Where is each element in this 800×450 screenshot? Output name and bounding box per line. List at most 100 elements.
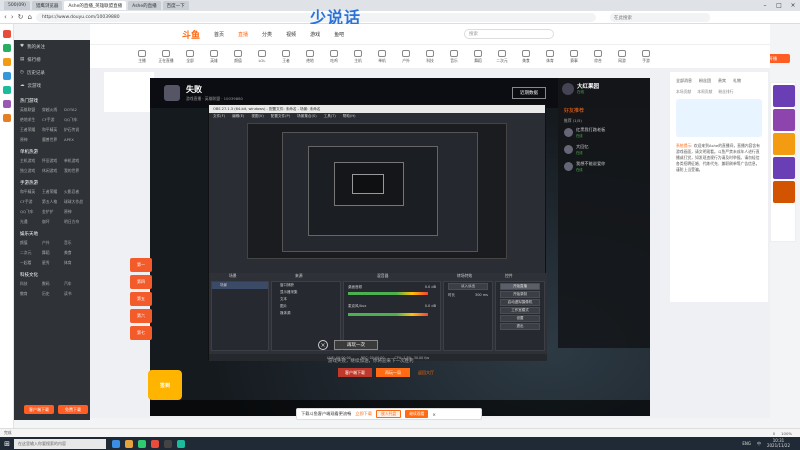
category-item[interactable]: 综合 xyxy=(586,49,610,64)
sidebar-link[interactable]: 星秀 xyxy=(42,260,64,266)
signin-button[interactable]: 签到 xyxy=(148,370,182,400)
category-item[interactable]: 英雄 xyxy=(202,49,226,64)
app-icon[interactable] xyxy=(3,72,11,80)
app-icon[interactable] xyxy=(177,439,185,448)
tab-vip[interactable]: 贵宾 xyxy=(718,78,726,84)
activity-badge[interactable]: 第四 xyxy=(130,275,152,289)
input-lang[interactable]: ENG xyxy=(742,441,751,446)
close-overlay-icon[interactable]: × xyxy=(318,340,328,350)
nav-live[interactable]: 直播 xyxy=(238,31,248,38)
category-item[interactable]: 全部 xyxy=(178,49,202,64)
sidebar-link[interactable]: 我的世界 xyxy=(64,168,86,174)
app-icon[interactable] xyxy=(3,100,11,108)
category-item[interactable]: 主机 xyxy=(346,49,370,64)
sidebar-item-follow[interactable]: ♥ 我的关注 xyxy=(14,40,90,53)
nav-video[interactable]: 视频 xyxy=(286,31,296,38)
studio-mode-button[interactable]: 工作室模式 xyxy=(500,307,540,314)
app-icon[interactable] xyxy=(3,30,11,38)
sidebar-link[interactable]: 金铲铲 xyxy=(42,209,64,215)
user-avatar[interactable] xyxy=(562,82,574,95)
browser-tab[interactable]: 猎鹰浏览器 xyxy=(31,1,63,10)
settings-button[interactable]: 设置 xyxy=(500,315,540,322)
sidebar-link[interactable]: 炉石传说 xyxy=(64,127,86,133)
sidebar-link[interactable]: 王者荣耀 xyxy=(20,127,42,133)
transition-select[interactable]: 淡入淡出 xyxy=(448,283,488,290)
sidebar-link[interactable]: 教育 xyxy=(20,291,42,297)
sidebar-link[interactable]: 魔兽世界 xyxy=(42,137,64,143)
sidebar-link[interactable]: 和平精英 xyxy=(42,127,64,133)
app-icon[interactable] xyxy=(138,439,146,448)
app-icon[interactable] xyxy=(151,439,159,448)
category-item[interactable]: 二次元 xyxy=(490,49,514,64)
source-item[interactable]: 媒体源 xyxy=(272,310,340,317)
category-item[interactable]: 绝地 xyxy=(298,49,322,64)
browser-tab-active[interactable]: Ashe的直播_英雄联盟直播 xyxy=(64,1,127,10)
sidebar-link[interactable]: 汽车 xyxy=(64,281,86,287)
rank-tab[interactable]: 本周贡献 xyxy=(697,89,712,95)
sidebar-link[interactable]: 颜值 xyxy=(20,240,42,246)
sidebar-link[interactable]: 火影忍者 xyxy=(64,189,86,195)
category-item[interactable]: 户外 xyxy=(394,49,418,64)
nav-yuba[interactable]: 鱼吧 xyxy=(334,31,344,38)
sidebar-link[interactable]: 科技 xyxy=(20,281,42,287)
replay-button[interactable]: 再玩一次 xyxy=(334,340,378,350)
gift-card[interactable] xyxy=(773,181,795,203)
category-item[interactable]: 音乐 xyxy=(442,49,466,64)
sidebar-link[interactable]: 独立游戏 xyxy=(20,168,42,174)
sidebar-item-rank[interactable]: ▤ 排行榜 xyxy=(14,53,90,66)
sidebar-item-history[interactable]: ◷ 历史记录 xyxy=(14,66,90,79)
tray-button[interactable]: 放入托盘 xyxy=(376,410,402,418)
obs-menu-item[interactable]: 场景集合(S) xyxy=(297,114,316,119)
sidebar-link[interactable]: CF手游 xyxy=(20,199,42,205)
back-lobby-button[interactable]: 返回大厅 xyxy=(414,368,438,377)
app-icon[interactable] xyxy=(3,58,11,66)
obs-menu-item[interactable]: 视图(V) xyxy=(251,114,263,119)
source-item[interactable]: 图片 xyxy=(272,303,340,310)
sidebar-item-cloudgame[interactable]: ☁ 云游戏 xyxy=(14,79,90,92)
category-item[interactable]: 吃鸡 xyxy=(322,49,346,64)
sidebar-link[interactable]: 穿越火线 xyxy=(42,107,64,113)
sidebar-link[interactable]: 崩坏 xyxy=(42,219,64,225)
sidebar-link[interactable]: 二次元 xyxy=(20,250,42,256)
category-item[interactable]: 单机 xyxy=(370,49,394,64)
sidebar-link[interactable]: 英雄联盟 xyxy=(20,107,42,113)
activity-badge[interactable]: 第六 xyxy=(130,309,152,323)
maximize-icon[interactable]: □ xyxy=(772,0,786,11)
anchor-avatar[interactable] xyxy=(164,85,180,101)
free-download-button[interactable]: 免费下载 xyxy=(58,405,88,414)
sidebar-link[interactable]: 主机游戏 xyxy=(20,158,42,164)
sidebar-link[interactable]: 单机游戏 xyxy=(64,158,86,164)
friend-item[interactable]: 红黑我打路老板 在线 xyxy=(558,124,650,141)
browser-search-input[interactable]: 在此搜索 xyxy=(610,13,710,22)
gift-card[interactable] xyxy=(773,157,795,179)
nav-game[interactable]: 游戏 xyxy=(310,31,320,38)
start-streaming-button[interactable]: 开始直播 xyxy=(500,283,540,290)
tab-all[interactable]: 全部消息 xyxy=(676,78,692,84)
start-recording-button[interactable]: 开始录制 xyxy=(500,291,540,298)
reload-icon[interactable]: ↻ xyxy=(18,13,24,21)
obs-menu-item[interactable]: 工具(T) xyxy=(324,114,336,119)
category-item[interactable]: 手游 xyxy=(634,49,658,64)
sidebar-link[interactable]: 原神 xyxy=(64,209,86,215)
gift-card[interactable] xyxy=(773,109,795,131)
download-link[interactable]: 立即下载 xyxy=(355,411,372,417)
app-icon[interactable] xyxy=(3,114,11,122)
rank-tab[interactable]: 粉丝排行 xyxy=(718,89,733,95)
home-icon[interactable]: ⌂ xyxy=(28,13,32,21)
client-download-button[interactable]: 客户端下载 xyxy=(24,405,54,414)
sidebar-link[interactable]: 户外 xyxy=(42,240,64,246)
friend-item[interactable]: 大回忆 在线 xyxy=(558,141,650,158)
gift-card[interactable] xyxy=(773,85,795,107)
nav-category[interactable]: 分类 xyxy=(262,31,272,38)
obs-menu-item[interactable]: 文件(F) xyxy=(213,114,225,119)
obs-menu-item[interactable]: 配置文件(P) xyxy=(271,114,290,119)
sidebar-link[interactable]: QQ飞车 xyxy=(64,117,86,123)
browser-tab[interactable]: 百度一下 xyxy=(162,1,189,10)
activity-badge[interactable]: 第一 xyxy=(130,258,152,272)
back-icon[interactable]: ‹ xyxy=(4,13,7,21)
sidebar-link[interactable]: 体育 xyxy=(64,260,86,266)
obs-menu-item[interactable]: 编辑(E) xyxy=(232,114,244,119)
sidebar-link[interactable]: 读书 xyxy=(64,291,86,297)
taskbar-search[interactable]: 在这里输入你要搜索的内容 xyxy=(14,438,106,449)
exit-button[interactable]: 退出 xyxy=(500,323,540,330)
